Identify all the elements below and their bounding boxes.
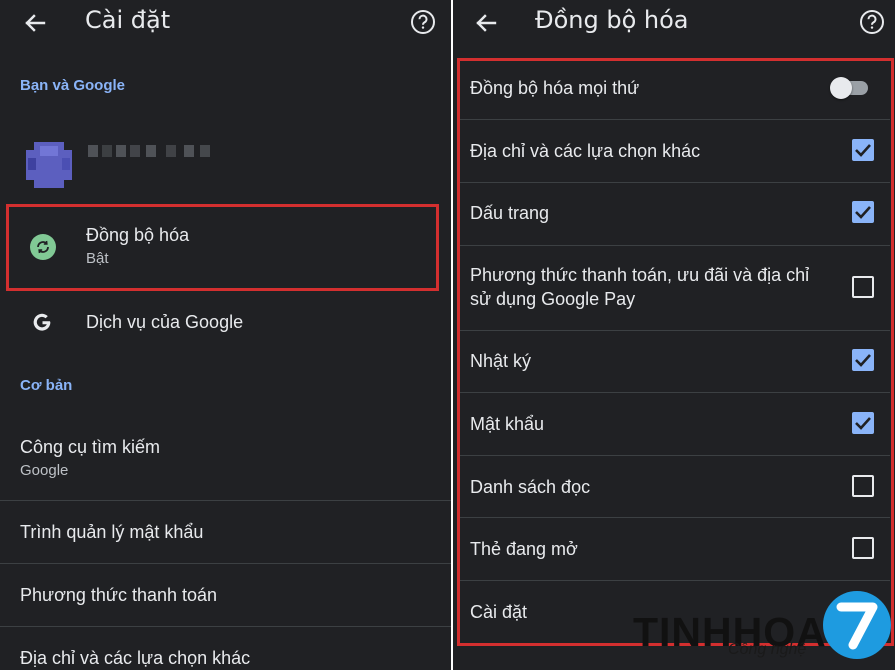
section-header-basic: Cơ bản xyxy=(20,377,73,394)
logo-tagline: Công nghệ xyxy=(728,641,807,658)
page-title: Cài đặt xyxy=(85,6,171,34)
back-arrow-icon[interactable] xyxy=(20,8,50,38)
google-services-item[interactable]: Dịch vụ của Google xyxy=(86,312,243,333)
watermark-logo: TINHHOA Công nghệ xyxy=(630,589,895,670)
divider xyxy=(0,563,451,564)
google-g-icon xyxy=(33,313,51,331)
divider xyxy=(0,500,451,501)
help-icon[interactable] xyxy=(409,8,437,36)
seven-badge-icon xyxy=(836,602,878,650)
sync-settings-panel: Đồng bộ hóa Đồng bộ hóa mọi thứ Địa chỉ … xyxy=(453,0,895,670)
page-title: Đồng bộ hóa xyxy=(535,6,689,34)
password-manager-item[interactable]: Trình quản lý mật khẩu xyxy=(20,522,203,543)
section-header-account: Bạn và Google xyxy=(20,77,126,94)
back-arrow-icon[interactable] xyxy=(471,8,501,38)
divider xyxy=(0,626,451,627)
avatar[interactable] xyxy=(24,140,74,190)
search-engine-value: Google xyxy=(20,462,69,479)
sync-toolbar: Đồng bộ hóa xyxy=(453,0,895,48)
help-icon[interactable] xyxy=(858,8,886,36)
logo-badge xyxy=(823,591,891,659)
addresses-item[interactable]: Địa chỉ và các lựa chọn khác xyxy=(20,648,250,669)
account-name-redacted[interactable] xyxy=(88,145,213,159)
settings-toolbar: Cài đặt xyxy=(0,0,451,48)
sync-highlight-box xyxy=(6,204,439,291)
search-engine-item[interactable]: Công cụ tìm kiếm xyxy=(20,437,160,458)
payment-methods-item[interactable]: Phương thức thanh toán xyxy=(20,585,217,606)
settings-panel: Cài đặt Bạn và Google Đồng bộ hóa Bật Dị… xyxy=(0,0,451,670)
sync-options-highlight-box xyxy=(457,58,894,646)
